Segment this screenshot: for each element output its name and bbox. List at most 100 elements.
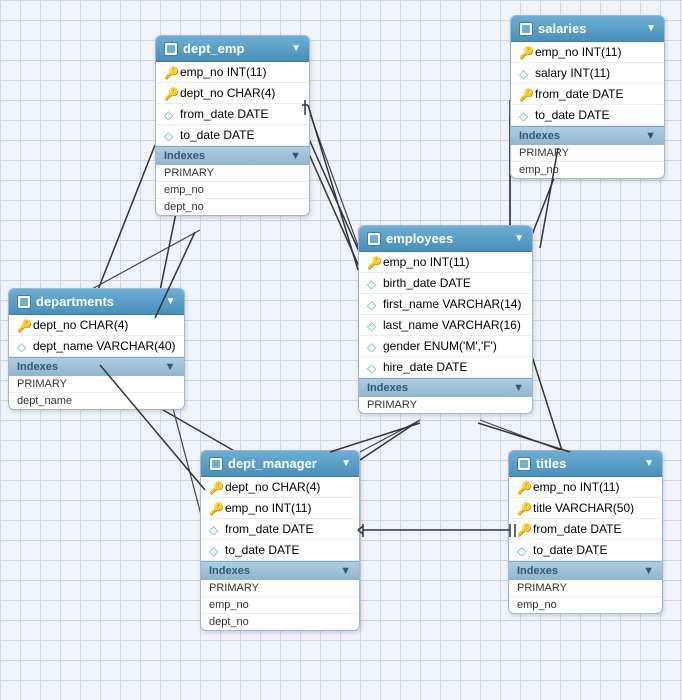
table-header-employees[interactable]: employees ▼ [359,226,532,252]
index-row: emp_no [156,182,309,199]
field-name: emp_no INT(11) [180,65,266,79]
chevron-down-icon: ▼ [290,150,301,162]
index-row: PRIMARY [9,376,184,393]
field-name: salary INT(11) [535,66,610,80]
field-name: to_date DATE [533,543,607,557]
table-employees: employees ▼ 🔑 emp_no INT(11) ◇ birth_dat… [358,225,533,414]
field-name: dept_no CHAR(4) [180,86,275,100]
indexes-header[interactable]: Indexes ▼ [156,146,309,165]
primary-key-icon: 🔑 [519,46,531,58]
indexes-header[interactable]: Indexes ▼ [359,378,532,397]
table-dept-emp: dept_emp ▼ 🔑 emp_no INT(11) 🔑 dept_no CH… [155,35,310,216]
field-name: birth_date DATE [383,276,471,290]
table-row: 🔑 from_date DATE [511,84,664,105]
chevron-down-icon: ▼ [645,130,656,142]
table-icon [209,457,223,471]
table-title: titles [536,456,566,471]
table-row: ◇ to_date DATE [511,105,664,126]
chevron-down-icon: ▼ [165,361,176,373]
table-row: ◇ from_date DATE [156,104,309,125]
field-name: from_date DATE [225,522,313,536]
field-name: from_date DATE [180,107,268,121]
table-header-departments[interactable]: departments ▼ [9,289,184,315]
indexes-header[interactable]: Indexes ▼ [511,126,664,145]
table-titles: titles ▼ 🔑 emp_no INT(11) 🔑 title VARCHA… [508,450,663,614]
indexes-label: Indexes [17,361,58,373]
field-name: title VARCHAR(50) [533,501,634,515]
field-name: to_date DATE [535,108,609,122]
indexes-header[interactable]: Indexes ▼ [9,357,184,376]
index-row: emp_no [511,162,664,178]
field-icon: ◇ [367,277,379,289]
field-icon: ◇ [367,298,379,310]
table-row: 🔑 dept_no CHAR(4) [156,83,309,104]
unique-key-icon: 🔑 [17,319,29,331]
table-header-titles[interactable]: titles ▼ [509,451,662,477]
chevron-down-icon: ▼ [166,296,176,307]
field-name: gender ENUM('M','F') [383,339,497,353]
field-name: to_date DATE [180,128,254,142]
table-icon [519,22,533,36]
field-name: to_date DATE [225,543,299,557]
table-row: ◇ salary INT(11) [511,63,664,84]
table-row: 🔑 dept_no CHAR(4) [201,477,359,498]
index-row: dept_no [201,614,359,630]
field-name: hire_date DATE [383,360,468,374]
indexes-header[interactable]: Indexes ▼ [201,561,359,580]
chevron-down-icon: ▼ [643,565,654,577]
unique-key-icon: 🔑 [519,88,531,100]
field-name: dept_no CHAR(4) [33,318,128,332]
unique-key-icon: 🔑 [367,256,379,268]
table-row: 🔑 emp_no INT(11) [509,477,662,498]
index-row: PRIMARY [509,580,662,597]
table-header-dept-emp[interactable]: dept_emp ▼ [156,36,309,62]
field-icon: ◇ [367,319,379,331]
table-row: ◇ gender ENUM('M','F') [359,336,532,357]
table-header-dept-manager[interactable]: dept_manager ▼ [201,451,359,477]
table-title: departments [36,294,114,309]
index-row: dept_no [156,199,309,215]
field-icon: ◇ [367,361,379,373]
chevron-down-icon: ▼ [291,43,301,54]
table-title: employees [386,231,453,246]
field-name: from_date DATE [535,87,623,101]
field-name: emp_no INT(11) [383,255,469,269]
field-icon: ◇ [517,544,529,556]
field-icon: ◇ [519,109,531,121]
field-name: emp_no INT(11) [535,45,621,59]
indexes-label: Indexes [367,382,408,394]
table-row: ◇ first_name VARCHAR(14) [359,294,532,315]
index-row: PRIMARY [156,165,309,182]
table-row: ◇ birth_date DATE [359,273,532,294]
indexes-label: Indexes [517,565,558,577]
primary-key-icon: 🔑 [164,87,176,99]
unique-key-icon: 🔑 [517,523,529,535]
index-row: PRIMARY [359,397,532,413]
field-icon: ◇ [209,523,221,535]
index-row: emp_no [201,597,359,614]
field-name: last_name VARCHAR(16) [383,318,521,332]
chevron-down-icon: ▼ [514,233,524,244]
index-row: dept_name [9,393,184,409]
chevron-down-icon: ▼ [341,458,351,469]
primary-key-icon: 🔑 [209,502,221,514]
chevron-down-icon: ▼ [513,382,524,394]
field-name: emp_no INT(11) [225,501,311,515]
table-row: ◇ to_date DATE [156,125,309,146]
table-icon [164,42,178,56]
indexes-label: Indexes [164,150,205,162]
table-dept-manager: dept_manager ▼ 🔑 dept_no CHAR(4) 🔑 emp_n… [200,450,360,631]
table-icon [367,232,381,246]
index-row: PRIMARY [511,145,664,162]
table-header-salaries[interactable]: salaries ▼ [511,16,664,42]
table-row: ◇ to_date DATE [201,540,359,561]
primary-key-icon: 🔑 [209,481,221,493]
field-icon: ◇ [519,67,531,79]
field-name: from_date DATE [533,522,621,536]
table-title: dept_manager [228,456,317,471]
table-title: salaries [538,21,586,36]
table-row: 🔑 from_date DATE [509,519,662,540]
indexes-header[interactable]: Indexes ▼ [509,561,662,580]
field-icon: ◇ [367,340,379,352]
field-name: first_name VARCHAR(14) [383,297,521,311]
